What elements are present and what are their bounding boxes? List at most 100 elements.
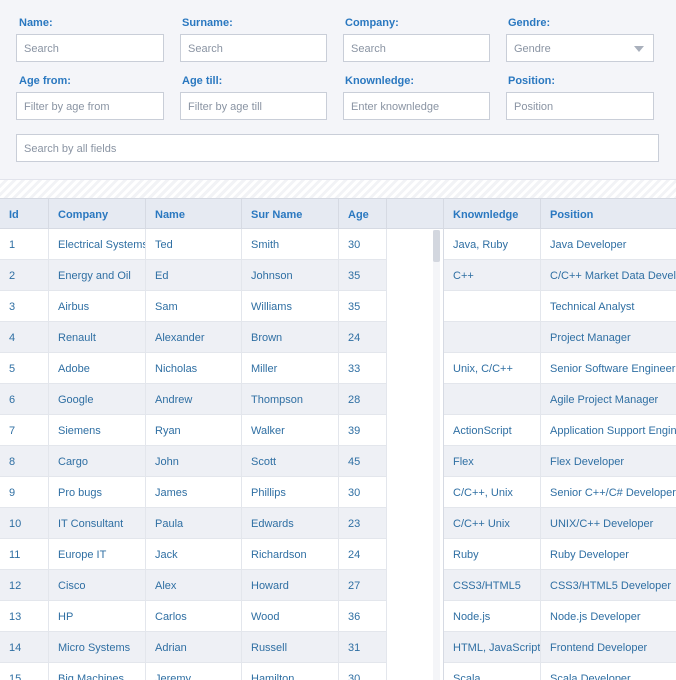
cell-position: Frontend Developer bbox=[550, 642, 648, 654]
cell-knowledge: HTML, JavaScript bbox=[444, 632, 541, 663]
cell-id: 6 bbox=[0, 384, 49, 415]
table-row[interactable]: 13 HP Carlos Wood 36 Node.js Node.js Developer bbox=[0, 601, 676, 632]
cell-age: 33 bbox=[339, 353, 387, 384]
cell-company: HP bbox=[49, 601, 146, 632]
cell-age: 35 bbox=[339, 260, 387, 291]
cell-id: 8 bbox=[0, 446, 49, 477]
cell-age: 24 bbox=[339, 539, 387, 570]
cell-id: 1 bbox=[0, 229, 49, 260]
cell-surname: Edwards bbox=[242, 508, 339, 539]
chevron-down-icon bbox=[634, 46, 644, 52]
name-filter-label: Name: bbox=[19, 17, 53, 29]
knowledge-input[interactable]: Enter knownledge bbox=[343, 92, 490, 120]
cell-position: Scala Developer bbox=[550, 673, 631, 680]
cell-age: 35 bbox=[339, 291, 387, 322]
cell-age: 30 bbox=[339, 663, 387, 680]
cell-company: Cisco bbox=[49, 570, 146, 601]
table-row[interactable]: 7 Siemens Ryan Walker 39 ActionScript Applicat… bbox=[0, 415, 676, 446]
scrollbar-thumb[interactable] bbox=[433, 230, 440, 262]
cell-id: 2 bbox=[0, 260, 49, 291]
column-header-id[interactable]: Id bbox=[0, 199, 49, 229]
cell-company: Pro bugs bbox=[49, 477, 146, 508]
cell-age: 24 bbox=[339, 322, 387, 353]
column-header-name[interactable]: Name bbox=[146, 199, 242, 229]
cell-knowledge: Ruby bbox=[444, 539, 541, 570]
cell-knowledge: ActionScript bbox=[444, 415, 541, 446]
cell-position: UNIX/C++ Developer bbox=[550, 518, 654, 530]
table-row[interactable]: 15 Big Machines Jeremy Hamilton 30 Scala Scala… bbox=[0, 663, 676, 680]
cell-age: 28 bbox=[339, 384, 387, 415]
cell-position: Flex Developer bbox=[550, 456, 624, 468]
table-row[interactable]: 4 Renault Alexander Brown 24 Project Manager bbox=[0, 322, 676, 353]
age-till-filter-label: Age till: bbox=[182, 75, 223, 87]
name-search-input[interactable]: Search bbox=[16, 34, 164, 62]
cell-company: Renault bbox=[49, 322, 146, 353]
table-row[interactable]: 2 Energy and Oil Ed Johnson 35 C++ C/C++ Marke… bbox=[0, 260, 676, 291]
company-search-input[interactable]: Search bbox=[343, 34, 490, 62]
cell-surname: Williams bbox=[242, 291, 339, 322]
cell-age: 31 bbox=[339, 632, 387, 663]
position-input[interactable]: Position bbox=[506, 92, 654, 120]
cell-id: 5 bbox=[0, 353, 49, 384]
cell-company: Cargo bbox=[49, 446, 146, 477]
cell-surname: Hamilton bbox=[242, 663, 339, 680]
cell-surname: Walker bbox=[242, 415, 339, 446]
table-row[interactable]: 12 Cisco Alex Howard 27 CSS3/HTML5 CSS3/HTML5 … bbox=[0, 570, 676, 601]
table-row[interactable]: 11 Europe IT Jack Richardson 24 Ruby Ruby Deve… bbox=[0, 539, 676, 570]
cell-knowledge: Flex bbox=[444, 446, 541, 477]
cell-name: Jack bbox=[146, 539, 242, 570]
cell-name: John bbox=[146, 446, 242, 477]
cell-id: 10 bbox=[0, 508, 49, 539]
column-header-surname[interactable]: Sur Name bbox=[242, 199, 339, 229]
panel-separator bbox=[0, 180, 676, 198]
cell-knowledge: Scala bbox=[444, 663, 541, 680]
cell-surname: Brown bbox=[242, 322, 339, 353]
cell-position: Application Support Engineer bbox=[550, 425, 676, 437]
cell-name: Jeremy bbox=[146, 663, 242, 680]
cell-id: 14 bbox=[0, 632, 49, 663]
age-till-input[interactable]: Filter by age till bbox=[180, 92, 327, 120]
cell-id: 12 bbox=[0, 570, 49, 601]
filter-panel: Name: Search Surname: Search Company: Se… bbox=[0, 0, 676, 180]
column-header-age[interactable]: Age bbox=[339, 199, 387, 229]
search-all-fields-input[interactable]: Search by all fields bbox=[16, 134, 659, 162]
vertical-scrollbar[interactable] bbox=[433, 230, 440, 680]
company-filter-label: Company: bbox=[345, 17, 399, 29]
column-header-position[interactable]: Position bbox=[541, 199, 676, 229]
position-filter-label: Position: bbox=[508, 75, 556, 87]
cell-name: Alex bbox=[146, 570, 242, 601]
cell-knowledge: CSS3/HTML5 bbox=[444, 570, 541, 601]
surname-search-input[interactable]: Search bbox=[180, 34, 327, 62]
gendre-select[interactable]: Gendre bbox=[506, 34, 654, 62]
cell-age: 27 bbox=[339, 570, 387, 601]
table-row[interactable]: 1 Electrical Systems Ted Smith 30 Java, Ruby J… bbox=[0, 229, 676, 260]
table-row[interactable]: 10 IT Consultant Paula Edwards 23 C/C++ Unix U… bbox=[0, 508, 676, 539]
age-from-filter-label: Age from: bbox=[19, 75, 71, 87]
cell-surname: Howard bbox=[242, 570, 339, 601]
cell-id: 15 bbox=[0, 663, 49, 680]
cell-position: C/C++ Market Data Developer bbox=[550, 270, 676, 282]
table-row[interactable]: 14 Micro Systems Adrian Russell 31 HTML, Java… bbox=[0, 632, 676, 663]
gendre-select-value: Gendre bbox=[514, 43, 551, 55]
cell-position: Agile Project Manager bbox=[550, 394, 659, 406]
gendre-filter-label: Gendre: bbox=[508, 17, 551, 29]
cell-company: Energy and Oil bbox=[49, 260, 146, 291]
table-row[interactable]: 6 Google Andrew Thompson 28 Agile Project Man… bbox=[0, 384, 676, 415]
table-row[interactable]: 3 Airbus Sam Williams 35 Technical Analyst bbox=[0, 291, 676, 322]
table-row[interactable]: 9 Pro bugs James Phillips 30 C/C++, Unix Senio… bbox=[0, 477, 676, 508]
cell-position: CSS3/HTML5 Developer bbox=[550, 580, 672, 592]
cell-id: 9 bbox=[0, 477, 49, 508]
age-from-input[interactable]: Filter by age from bbox=[16, 92, 164, 120]
cell-company: Electrical Systems bbox=[49, 229, 146, 260]
cell-knowledge: Unix, C/C++ bbox=[444, 353, 541, 384]
column-header-knowledge[interactable]: Knownledge bbox=[444, 199, 541, 229]
table-row[interactable]: 5 Adobe Nicholas Miller 33 Unix, C/C++ Senior … bbox=[0, 353, 676, 384]
table-row[interactable]: 8 Cargo John Scott 45 Flex Flex Developer bbox=[0, 446, 676, 477]
column-header-company[interactable]: Company bbox=[49, 199, 146, 229]
cell-surname: Smith bbox=[242, 229, 339, 260]
cell-id: 3 bbox=[0, 291, 49, 322]
cell-name: Paula bbox=[146, 508, 242, 539]
cell-company: Google bbox=[49, 384, 146, 415]
column-header-spacer bbox=[387, 199, 444, 229]
cell-surname: Miller bbox=[242, 353, 339, 384]
